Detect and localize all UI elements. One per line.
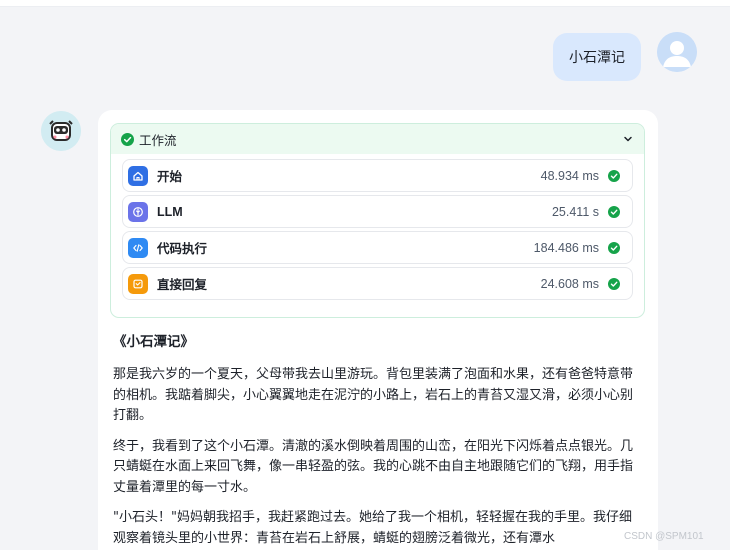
workflow-header[interactable]: 工作流 <box>111 124 644 154</box>
workflow-node-code[interactable]: 代码执行 184.486 ms <box>122 231 633 264</box>
workflow-node-time: 184.486 ms <box>533 240 599 255</box>
user-avatar-icon <box>657 32 697 72</box>
workflow-node-label: 直接回复 <box>157 278 208 292</box>
success-check-icon <box>608 241 620 254</box>
reply-icon <box>128 273 148 294</box>
watermark: CSDN @SPM101 <box>624 531 704 542</box>
chevron-down-icon[interactable] <box>622 133 634 145</box>
bot-avatar[interactable] <box>41 111 81 151</box>
success-check-icon <box>608 277 620 290</box>
llm-icon <box>128 201 148 222</box>
workflow-node-llm[interactable]: LLM 25.411 s <box>122 195 633 228</box>
answer-paragraph: 终于，我看到了这个小石潭。清澈的溪水倒映着周围的山峦，在阳光下闪烁着点点银光。几… <box>113 438 634 495</box>
top-bar <box>0 0 730 7</box>
workflow-node-time: 24.608 ms <box>540 276 599 291</box>
workflow-node-time: 48.934 ms <box>540 168 599 183</box>
workflow-node-label: LLM <box>157 204 183 219</box>
user-message-text: 小石潭记 <box>569 50 625 66</box>
user-avatar[interactable] <box>657 32 697 72</box>
workflow-node-label: 开始 <box>157 170 183 184</box>
workflow-node-label: 代码执行 <box>157 242 208 256</box>
home-icon <box>128 165 148 186</box>
user-message-bubble: 小石潭记 <box>553 33 641 81</box>
workflow-panel: 工作流 开始 48.934 ms LLM 25.411 s 代码执行 184.4… <box>110 123 645 318</box>
workflow-node-start[interactable]: 开始 48.934 ms <box>122 159 633 192</box>
answer-content: 《小石潭记》 那是我六岁的一个夏天，父母带我去山里游玩。背包里装满了泡面和水果，… <box>113 333 633 550</box>
workflow-node-time: 25.411 s <box>551 204 599 219</box>
success-check-icon <box>608 205 620 218</box>
answer-paragraph: 那是我六岁的一个夏天，父母带我去山里游玩。背包里装满了泡面和水果，还有爸爸特意带… <box>113 367 634 423</box>
answer-paragraph: "小石头！"妈妈朝我招手，我赶紧跑过去。她给了我一个相机，轻轻握在我的手里。我仔… <box>113 510 632 546</box>
code-icon <box>128 237 148 258</box>
robot-icon <box>41 111 81 151</box>
success-check-icon <box>608 169 620 182</box>
workflow-title: 工作流 <box>139 132 177 148</box>
success-check-icon <box>121 132 134 146</box>
workflow-node-reply[interactable]: 直接回复 24.608 ms <box>122 267 633 300</box>
answer-title: 《小石潭记》 <box>113 334 194 350</box>
